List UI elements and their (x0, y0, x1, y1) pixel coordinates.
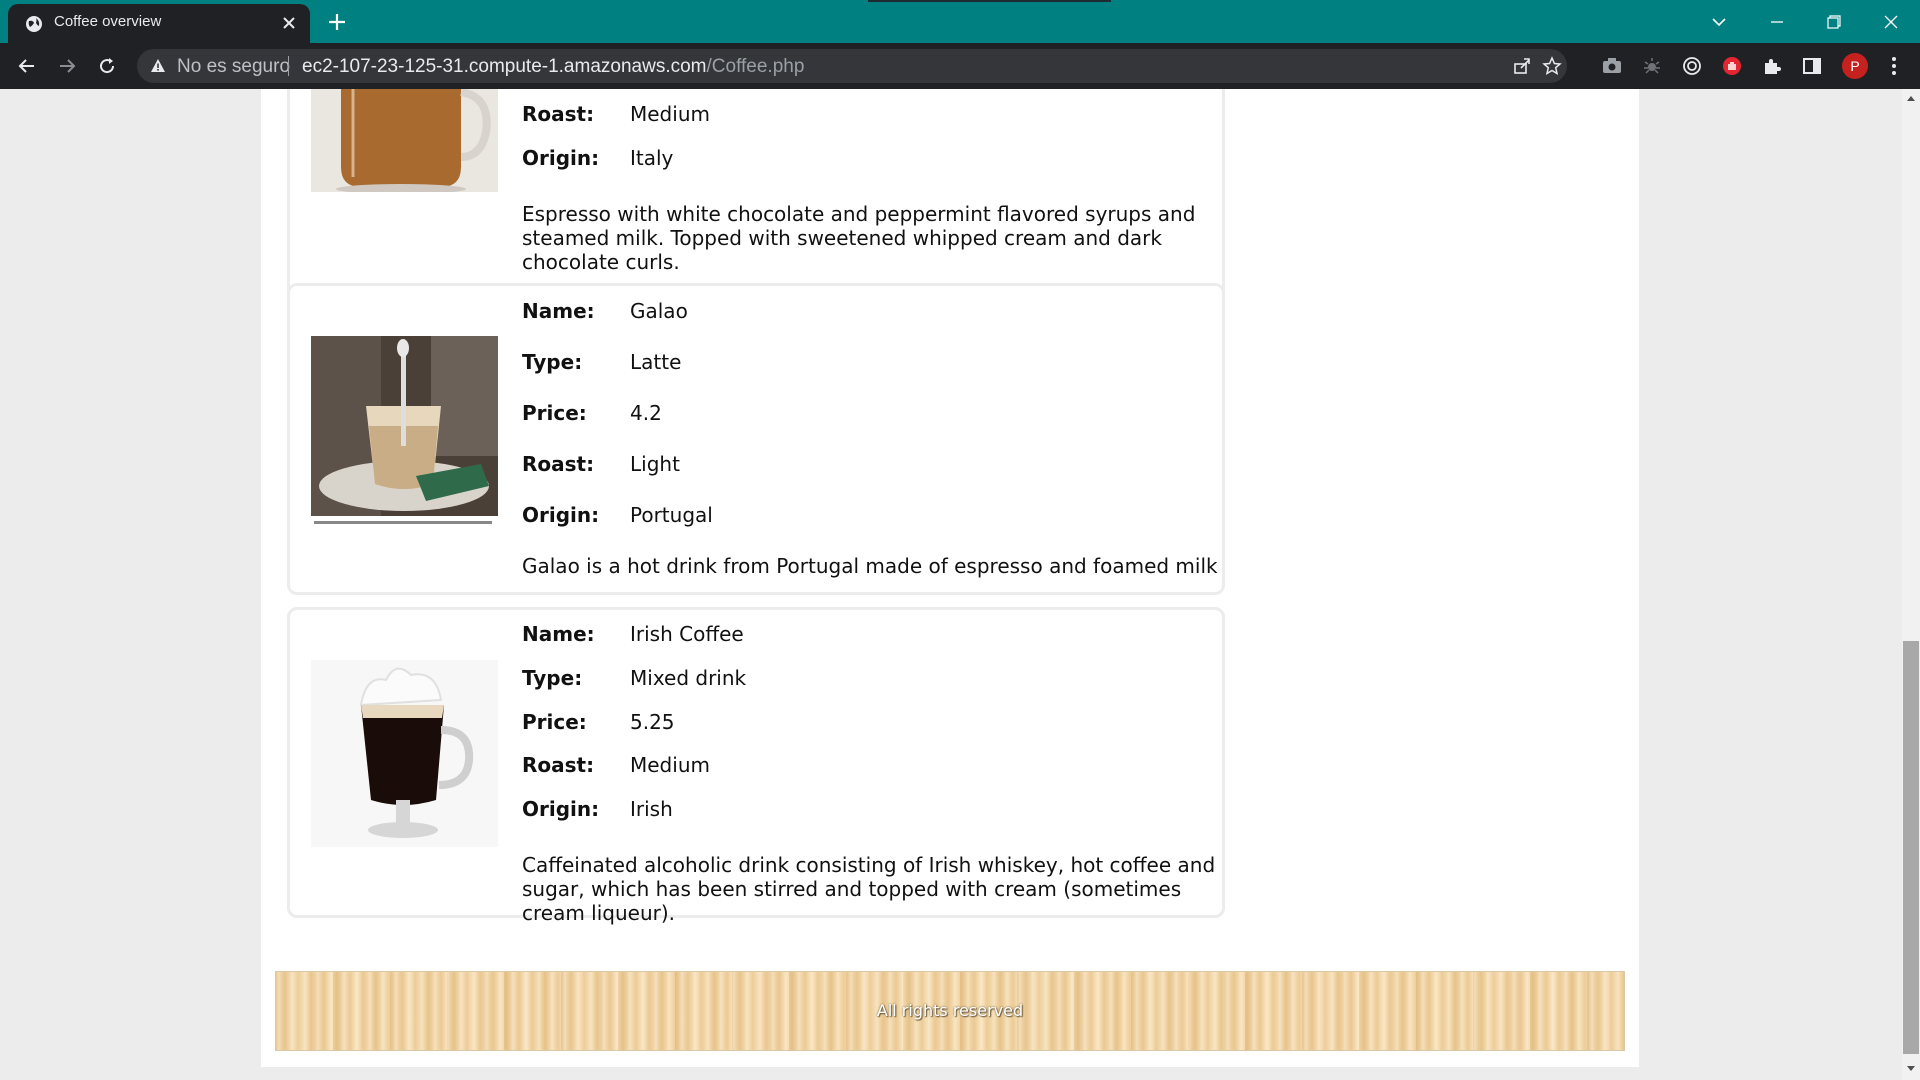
price-value: 4.2 (630, 401, 662, 425)
menu-icon[interactable] (1883, 55, 1905, 77)
roast-label: Roast: (522, 753, 595, 777)
side-panel-icon[interactable] (1801, 55, 1823, 77)
forward-button[interactable] (52, 51, 82, 81)
price-label: Price: (522, 401, 587, 425)
back-button[interactable] (12, 51, 42, 81)
origin-label: Origin: (522, 146, 600, 170)
minimize-button[interactable] (1748, 0, 1806, 43)
url-path: /Coffee.php (706, 56, 805, 77)
reload-button[interactable] (92, 51, 122, 81)
security-label[interactable]: No es seguro (177, 56, 290, 78)
coffee-description: Espresso with white chocolate and pepper… (522, 202, 1196, 274)
camera-extension-icon[interactable] (1601, 55, 1623, 77)
reload-icon (100, 58, 115, 74)
close-icon[interactable] (280, 14, 298, 32)
close-window-button[interactable] (1862, 0, 1920, 43)
origin-value: Italy (630, 146, 674, 170)
roast-value: Light (630, 452, 680, 476)
profile-avatar[interactable]: P (1842, 53, 1868, 79)
new-tab-icon[interactable] (325, 10, 349, 34)
window-drag-indicator (868, 0, 1111, 2)
page-footer: All rights reserved (275, 971, 1625, 1051)
divider (288, 56, 289, 76)
close-icon (1884, 15, 1898, 28)
tab-strip: Coffee overview (0, 0, 1920, 43)
bug-extension-icon[interactable] (1641, 55, 1663, 77)
footer-text: All rights reserved (876, 1001, 1024, 1020)
url-text[interactable]: ec2-107-23-125-31.compute-1.amazonaws.co… (302, 56, 804, 78)
type-value: Mixed drink (630, 666, 747, 690)
coffee-card: Name: Irish Coffee Type: Mixed drink Price… (287, 607, 1225, 925)
price-label: Price: (522, 710, 587, 734)
restore-button[interactable] (1805, 0, 1863, 43)
address-bar[interactable]: No es seguro ec2-107-23-125-31.compute-1… (137, 49, 1567, 83)
hand-extension-icon[interactable] (1721, 55, 1743, 77)
coffee-description: Caffeinated alcoholic drink consisting o… (522, 853, 1216, 925)
tab-title: Coffee overview (54, 13, 162, 30)
tab-search-button[interactable] (1690, 0, 1748, 43)
browser-toolbar: No es seguro ec2-107-23-125-31.compute-1… (0, 43, 1920, 89)
roast-label: Roast: (522, 452, 595, 476)
url-host: ec2-107-23-125-31.compute-1.amazonaws.co… (302, 56, 707, 77)
origin-value: Portugal (630, 503, 713, 527)
globe-icon (26, 16, 42, 32)
price-value: 5.25 (630, 710, 675, 734)
web-viewport: Roast: Medium Origin: Italy Espresso with … (0, 89, 1902, 1080)
origin-label: Origin: (522, 503, 600, 527)
origin-value: Irish (630, 797, 673, 821)
scroll-down-icon[interactable] (1906, 1063, 1916, 1073)
puzzle-icon[interactable] (1761, 55, 1783, 77)
tab-coffee-overview[interactable]: Coffee overview (8, 4, 310, 43)
type-label: Type: (522, 666, 583, 690)
vertical-scrollbar[interactable] (1902, 89, 1920, 1080)
name-value: Irish Coffee (630, 622, 744, 646)
minimize-icon (1771, 20, 1783, 23)
warning-icon[interactable] (150, 58, 166, 74)
scroll-up-icon[interactable] (1906, 94, 1916, 104)
name-label: Name: (522, 622, 595, 646)
star-icon[interactable] (1542, 56, 1562, 76)
origin-label: Origin: (522, 797, 600, 821)
name-label: Name: (522, 299, 595, 323)
share-icon[interactable] (1512, 56, 1532, 76)
coffee-image (311, 89, 498, 192)
coffee-description: Galao is a hot drink from Portugal made … (522, 554, 1218, 578)
type-label: Type: (522, 350, 583, 374)
name-value: Galao (630, 299, 688, 323)
restore-icon (1827, 14, 1841, 29)
roast-value: Medium (630, 102, 710, 126)
target-extension-icon[interactable] (1681, 55, 1703, 77)
roast-value: Medium (630, 753, 710, 777)
coffee-image (311, 336, 498, 530)
coffee-card: Name: Galao Type: Latte Price: 4.2 Roast: Li… (287, 283, 1225, 595)
page-container: Roast: Medium Origin: Italy Espresso with … (261, 89, 1639, 1067)
coffee-image (311, 660, 498, 847)
arrow-right-icon (60, 59, 76, 73)
roast-label: Roast: (522, 102, 595, 126)
chevron-down-icon (1712, 17, 1726, 26)
scrollbar-thumb[interactable] (1903, 641, 1919, 1054)
type-value: Latte (630, 350, 682, 374)
arrow-left-icon (18, 59, 34, 73)
